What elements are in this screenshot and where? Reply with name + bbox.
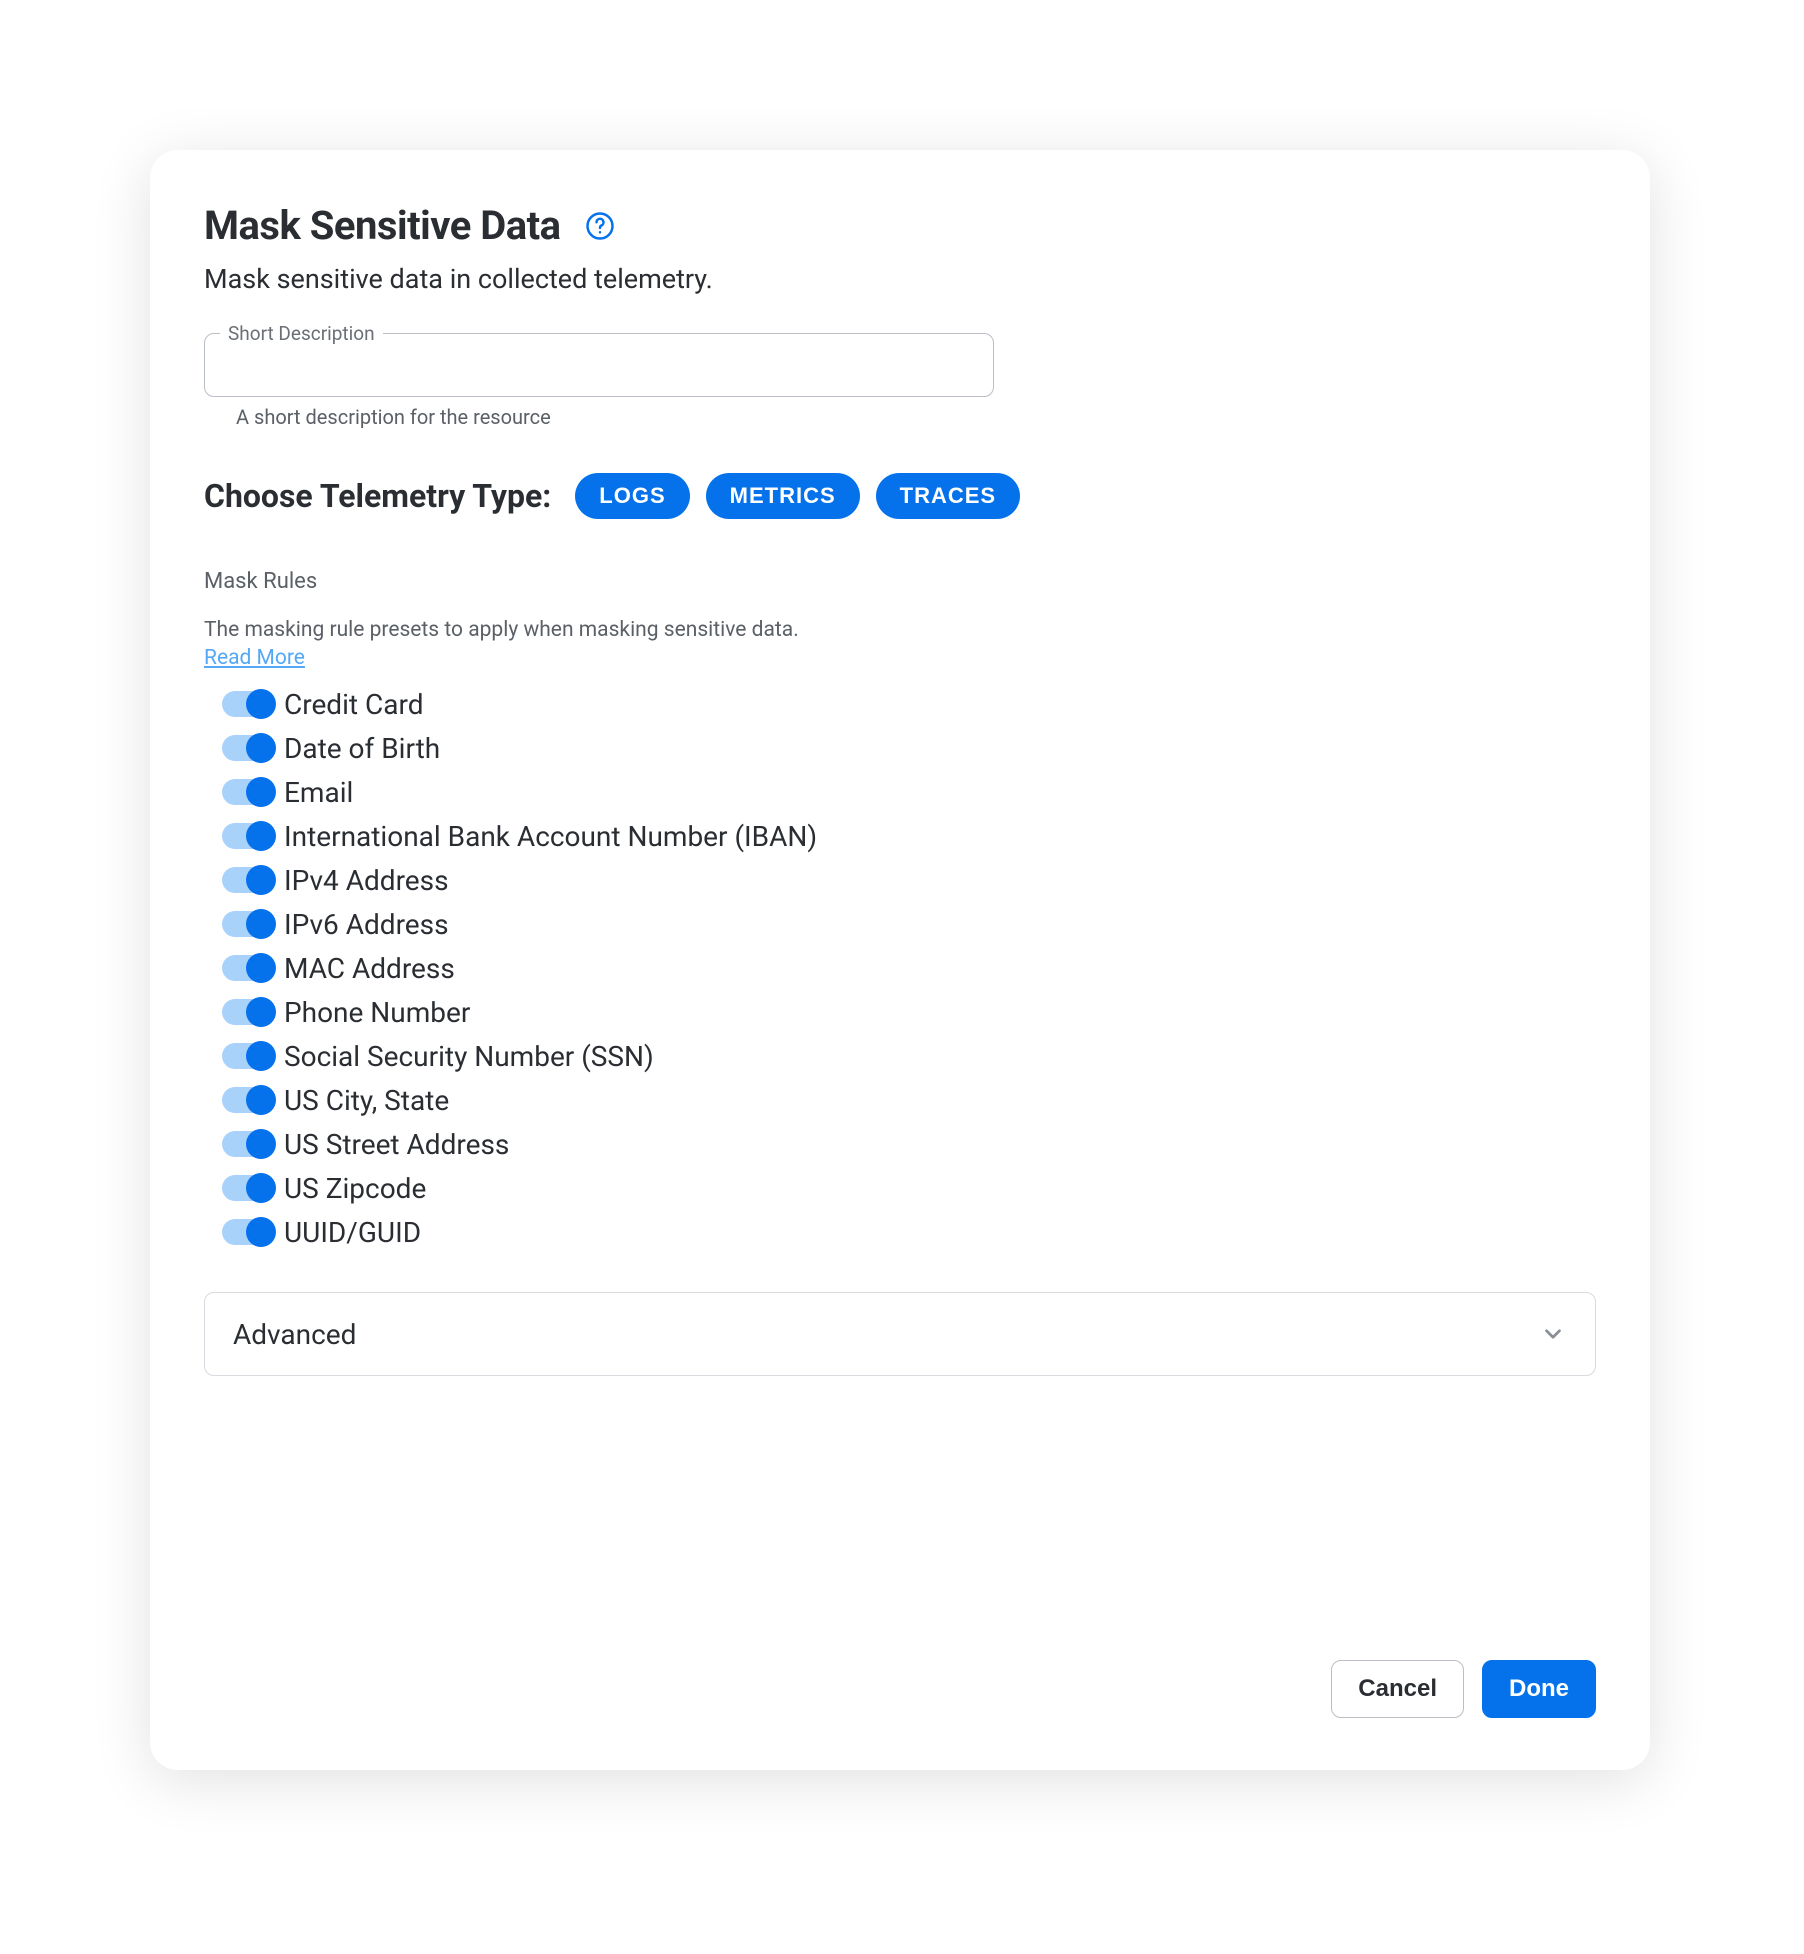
mask-rule-toggle[interactable] (222, 955, 274, 981)
mask-rule-label: US City, State (284, 1084, 449, 1117)
mask-rule-label: MAC Address (284, 952, 455, 985)
mask-rule-item: Phone Number (204, 990, 1596, 1034)
advanced-toggle-row[interactable]: Advanced (204, 1292, 1596, 1376)
mask-rule-toggle[interactable] (222, 911, 274, 937)
mask-rule-item: Social Security Number (SSN) (204, 1034, 1596, 1078)
mask-rule-toggle[interactable] (222, 735, 274, 761)
mask-rule-label: Phone Number (284, 996, 470, 1029)
help-icon[interactable] (583, 209, 617, 243)
mask-rule-label: IPv4 Address (284, 864, 449, 897)
advanced-label: Advanced (233, 1318, 356, 1351)
mask-rule-label: Social Security Number (SSN) (284, 1040, 654, 1073)
telemetry-chip-traces[interactable]: TRACES (876, 473, 1020, 519)
mask-rule-label: US Zipcode (284, 1172, 426, 1205)
mask-rules-title: Mask Rules (204, 569, 1596, 594)
short-description-field: Short Description (204, 333, 994, 397)
chevron-down-icon (1539, 1320, 1567, 1348)
mask-rule-toggle[interactable] (222, 1131, 274, 1157)
mask-rule-item: IPv4 Address (204, 858, 1596, 902)
mask-rule-toggle[interactable] (222, 999, 274, 1025)
mask-rule-toggle[interactable] (222, 1219, 274, 1245)
mask-rule-item: US Street Address (204, 1122, 1596, 1166)
dialog-header: Mask Sensitive Data (204, 202, 1596, 249)
mask-rule-toggle[interactable] (222, 691, 274, 717)
dialog-title: Mask Sensitive Data (204, 202, 561, 249)
mask-rule-item: International Bank Account Number (IBAN) (204, 814, 1596, 858)
mask-rule-toggle[interactable] (222, 779, 274, 805)
mask-rule-item: Credit Card (204, 682, 1596, 726)
mask-rule-item: Date of Birth (204, 726, 1596, 770)
mask-rule-item: Email (204, 770, 1596, 814)
mask-rule-label: Credit Card (284, 688, 423, 721)
mask-rules-read-more[interactable]: Read More (204, 646, 1596, 670)
mask-rule-toggle[interactable] (222, 823, 274, 849)
telemetry-type-label: Choose Telemetry Type: (204, 477, 551, 515)
mask-rule-label: International Bank Account Number (IBAN) (284, 820, 817, 853)
mask-rules-desc: The masking rule presets to apply when m… (204, 618, 1596, 642)
telemetry-chip-metrics[interactable]: METRICS (706, 473, 860, 519)
telemetry-chips: LOGS METRICS TRACES (575, 473, 1020, 519)
mask-rule-label: UUID/GUID (284, 1216, 421, 1249)
mask-rule-item: IPv6 Address (204, 902, 1596, 946)
mask-rules-list: Credit Card Date of Birth Email Internation… (204, 682, 1596, 1254)
mask-rule-toggle[interactable] (222, 867, 274, 893)
mask-rule-label: Email (284, 776, 353, 809)
dialog-subtitle: Mask sensitive data in collected telemet… (204, 263, 1596, 295)
dialog-footer: Cancel Done (204, 1620, 1596, 1718)
mask-rule-item: US Zipcode (204, 1166, 1596, 1210)
mask-rule-toggle[interactable] (222, 1043, 274, 1069)
mask-rule-item: UUID/GUID (204, 1210, 1596, 1254)
mask-rule-toggle[interactable] (222, 1087, 274, 1113)
short-description-label: Short Description (220, 322, 383, 345)
mask-rule-label: Date of Birth (284, 732, 440, 765)
cancel-button[interactable]: Cancel (1331, 1660, 1464, 1718)
telemetry-chip-logs[interactable]: LOGS (575, 473, 689, 519)
mask-rule-item: US City, State (204, 1078, 1596, 1122)
mask-rule-item: MAC Address (204, 946, 1596, 990)
mask-rule-toggle[interactable] (222, 1175, 274, 1201)
done-button[interactable]: Done (1482, 1660, 1596, 1718)
telemetry-type-row: Choose Telemetry Type: LOGS METRICS TRAC… (204, 473, 1596, 519)
mask-rule-label: IPv6 Address (284, 908, 449, 941)
mask-rule-label: US Street Address (284, 1128, 509, 1161)
mask-sensitive-data-dialog: Mask Sensitive Data Mask sensitive data … (150, 150, 1650, 1770)
short-description-helper: A short description for the resource (236, 405, 1596, 429)
